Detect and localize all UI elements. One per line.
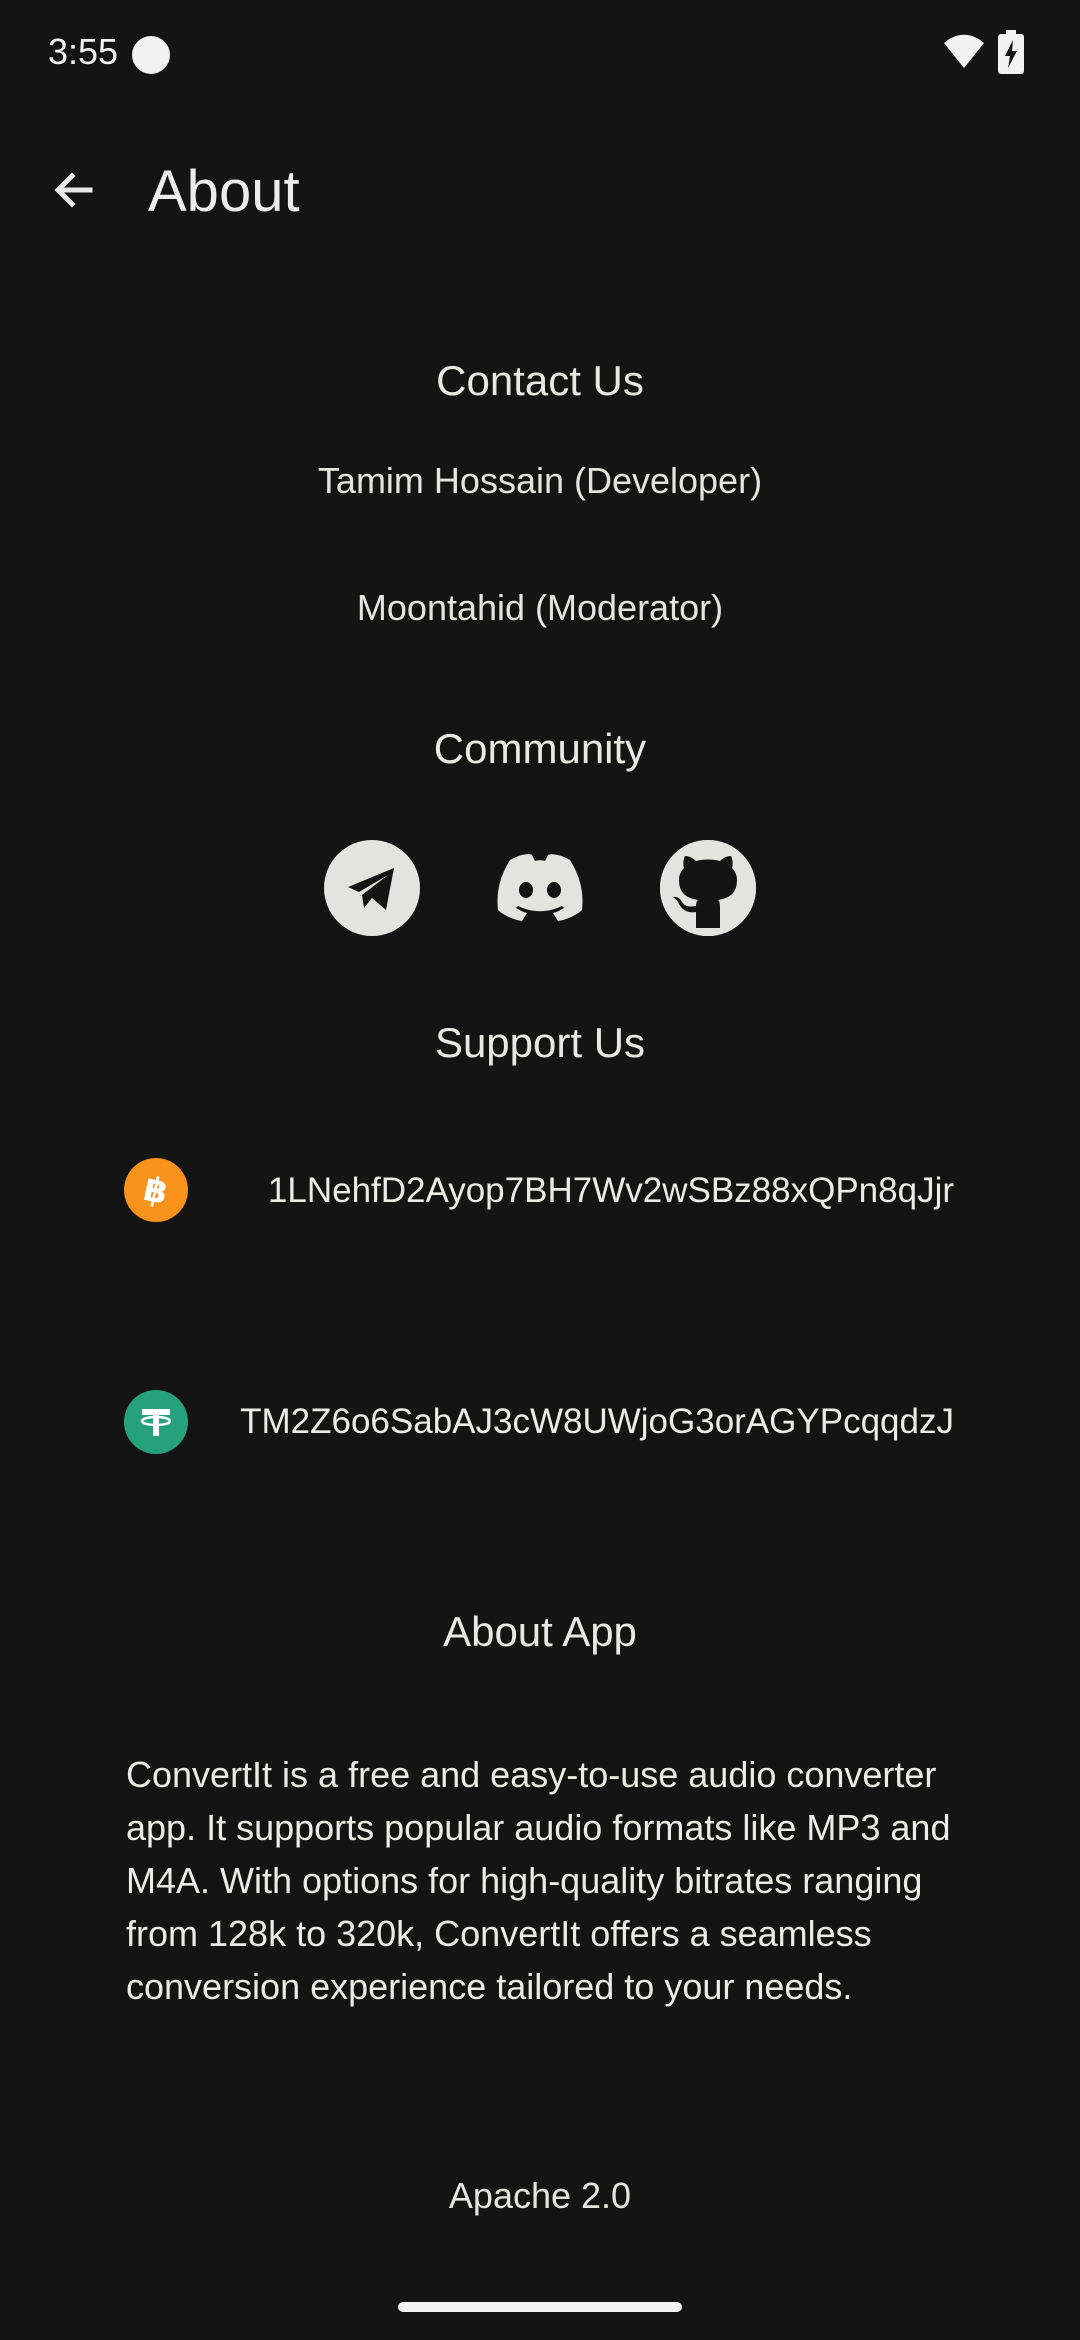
license-label[interactable]: Apache 2.0 [0, 2174, 1080, 2218]
telegram-button[interactable] [324, 840, 420, 936]
about-app-section-title: About App [443, 1608, 637, 1655]
support-section-title: Support Us [434, 1019, 646, 1066]
discord-button[interactable] [492, 840, 588, 936]
contact-section-title: Contact Us [436, 357, 644, 404]
github-button[interactable] [660, 840, 756, 936]
bitcoin-address[interactable]: 1LNehfD2Ayop7BH7Wv2wSBz88xQPn8qJjr [268, 1169, 954, 1213]
contact-developer[interactable]: Tamim Hossain (Developer) [0, 459, 1080, 503]
record-dot-icon [132, 36, 170, 74]
community-section-title: Community [433, 725, 647, 772]
github-icon [660, 840, 756, 936]
tether-address[interactable]: TM2Z6o6SabAJ3cW8UWjoG3orAGYPcqqdzJ [240, 1400, 954, 1444]
discord-icon [497, 854, 583, 921]
tether-icon [124, 1390, 188, 1454]
status-time: 3:55 [48, 31, 119, 72]
contact-moderator[interactable]: Moontahid (Moderator) [0, 586, 1080, 630]
gesture-nav-handle[interactable] [398, 2302, 682, 2312]
page-title: About [148, 159, 300, 224]
about-app-description: ConvertIt is a free and easy-to-use audi… [126, 1754, 951, 2007]
svg-text:฿: ฿ [140, 1169, 171, 1212]
arrow-left-icon [54, 172, 93, 208]
telegram-icon [348, 868, 394, 910]
back-button[interactable] [36, 152, 112, 228]
bitcoin-icon: ฿ [124, 1158, 188, 1222]
battery-charging-icon [998, 30, 1024, 74]
wifi-icon [944, 34, 984, 68]
